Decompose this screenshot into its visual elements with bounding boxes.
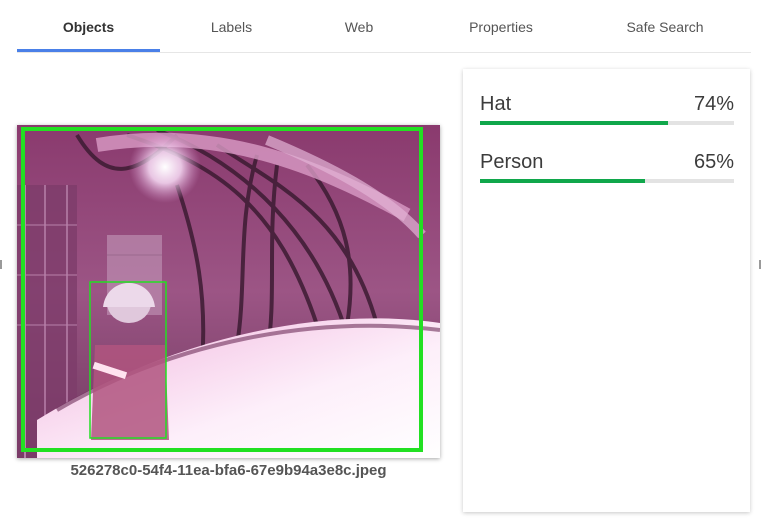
photo-scene [17, 125, 440, 458]
result-score: 74% [693, 93, 734, 115]
scroll-left-handle[interactable] [0, 260, 2, 269]
analyzed-image [17, 125, 440, 458]
image-filename: 526278c0-54f4-11ea-bfa6-67e9b94a3e8c.jpe… [70, 462, 387, 479]
result-label: Person [480, 151, 544, 173]
tab-objects[interactable]: Objects [17, 0, 160, 52]
tab-labels[interactable]: Labels [160, 0, 303, 52]
result-score: 65% [693, 151, 734, 173]
confidence-track [480, 179, 734, 183]
result-label: Hat [480, 93, 512, 115]
lamp-light [129, 131, 201, 203]
active-tab-indicator [17, 49, 160, 52]
tab-bar: Objects Labels Web Properties Safe Searc… [17, 0, 751, 53]
tab-properties[interactable]: Properties [437, 0, 565, 52]
tab-safe-search[interactable]: Safe Search [595, 0, 735, 52]
results-panel: Hat 74% Person 65% [463, 69, 750, 512]
confidence-bar [480, 179, 646, 183]
tab-web[interactable]: Web [303, 0, 415, 52]
confidence-track [480, 121, 734, 125]
confidence-bar [480, 121, 668, 125]
